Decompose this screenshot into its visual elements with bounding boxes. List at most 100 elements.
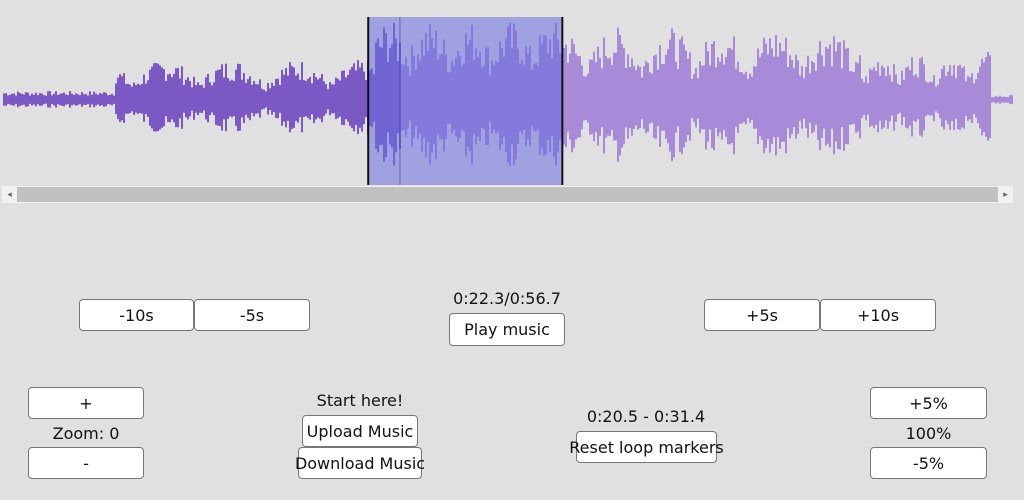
seek-forward-5s-button[interactable]: +5s (704, 299, 820, 331)
zoom-in-button[interactable]: + (28, 387, 144, 419)
waveform-bar (747, 79, 749, 118)
waveform-bar (329, 82, 331, 116)
waveform-bar (71, 93, 73, 106)
waveform-bar (303, 80, 305, 117)
waveform-bar (969, 77, 971, 120)
waveform-bar (689, 52, 691, 141)
waveform-bar (297, 73, 299, 123)
waveform-bar (881, 65, 883, 130)
waveform-bar (593, 51, 595, 142)
waveform-bar (753, 66, 755, 129)
waveform-bar (73, 94, 75, 105)
waveform-bar (121, 76, 123, 121)
waveform-bar (651, 73, 653, 123)
waveform-bar (357, 60, 359, 135)
waveform-bar (321, 73, 323, 123)
reset-loop-markers-button[interactable]: Reset loop markers (569, 431, 724, 463)
waveform-bar (279, 84, 281, 113)
play-button[interactable]: Play music (449, 313, 565, 346)
waveform-bar (571, 38, 573, 153)
waveform-bar (569, 53, 571, 140)
waveform-bar (49, 91, 51, 108)
waveform-bar (245, 82, 247, 115)
waveform-bar (713, 41, 715, 151)
speed-up-button[interactable]: +5% (870, 387, 987, 419)
waveform-bar (51, 95, 53, 104)
waveform-bar (647, 62, 649, 132)
waveform-bar (175, 68, 177, 128)
speed-down-button[interactable]: -5% (870, 447, 987, 479)
waveform-bar (885, 76, 887, 121)
waveform-bar (217, 69, 219, 126)
waveform-bar (315, 77, 317, 120)
waveform-bar (785, 37, 787, 154)
download-music-button[interactable]: Download Music (295, 447, 425, 479)
scrollbar-thumb[interactable] (17, 187, 998, 202)
waveform-bar (13, 93, 15, 106)
waveform-bar (737, 61, 739, 133)
waveform-bar (717, 57, 719, 137)
waveform-bar (65, 94, 67, 105)
waveform-bar (671, 28, 673, 162)
waveform-bar (763, 37, 765, 154)
waveform-bar (263, 89, 265, 109)
waveform-bar (355, 70, 357, 126)
waveform-bar (861, 78, 863, 118)
waveform-bar (611, 65, 613, 130)
waveform-bar (335, 77, 337, 120)
waveform-bar (353, 63, 355, 132)
waveform-bar (249, 76, 251, 121)
waveform-bar (991, 97, 993, 103)
waveform-bar (721, 53, 723, 140)
waveform-bar (293, 67, 295, 128)
waveform-display[interactable] (0, 0, 1024, 186)
waveform-bar (803, 78, 805, 119)
waveform-bar (277, 78, 279, 119)
scroll-left-arrow-icon[interactable]: ◂ (2, 186, 17, 203)
waveform-bar (799, 75, 801, 121)
waveform-bar (837, 42, 839, 150)
waveform-bar (143, 74, 145, 122)
waveform-bar (251, 84, 253, 113)
waveform-bar (183, 85, 185, 113)
waveform-bar (823, 66, 825, 129)
waveform-bar (661, 64, 663, 131)
waveform-bar (119, 74, 121, 123)
waveform-bar (765, 43, 767, 149)
waveform-bar (723, 64, 725, 131)
upload-music-button[interactable]: Upload Music (302, 415, 418, 447)
waveform-bar (139, 84, 141, 114)
waveform-bar (687, 59, 689, 135)
zoom-out-button[interactable]: - (28, 447, 144, 479)
seek-back-5s-button[interactable]: -5s (194, 299, 310, 331)
waveform-bar (177, 68, 179, 128)
waveform-bar (579, 56, 581, 138)
scroll-right-arrow-icon[interactable]: ▸ (998, 186, 1013, 203)
waveform-bar (99, 92, 101, 107)
waveform-bar (163, 69, 165, 127)
waveform-bar (665, 54, 667, 139)
waveform-bar (79, 95, 81, 105)
waveform-bar (875, 70, 877, 125)
seek-forward-10s-button[interactable]: +10s (820, 299, 936, 331)
loop-region[interactable] (368, 17, 563, 185)
waveform-bar (239, 64, 241, 131)
waveform-bar (127, 83, 129, 114)
waveform-bar (909, 70, 911, 126)
waveform-bar (289, 62, 291, 133)
seek-back-10s-button[interactable]: -10s (79, 299, 194, 331)
waveform-bar (917, 77, 919, 120)
waveform-bar (567, 62, 569, 132)
horizontal-scrollbar[interactable]: ◂ ▸ (2, 186, 1013, 203)
waveform-bar (159, 65, 161, 130)
waveform-bar (987, 52, 989, 141)
waveform-bar (197, 82, 199, 116)
waveform-bar (675, 61, 677, 133)
waveform-bar (9, 94, 11, 105)
waveform-bar (311, 83, 313, 115)
waveform-bar (657, 69, 659, 126)
waveform-bar (805, 67, 807, 129)
waveform-bar (755, 66, 757, 129)
waveform-bar (203, 87, 205, 111)
waveform-bar (663, 63, 665, 131)
